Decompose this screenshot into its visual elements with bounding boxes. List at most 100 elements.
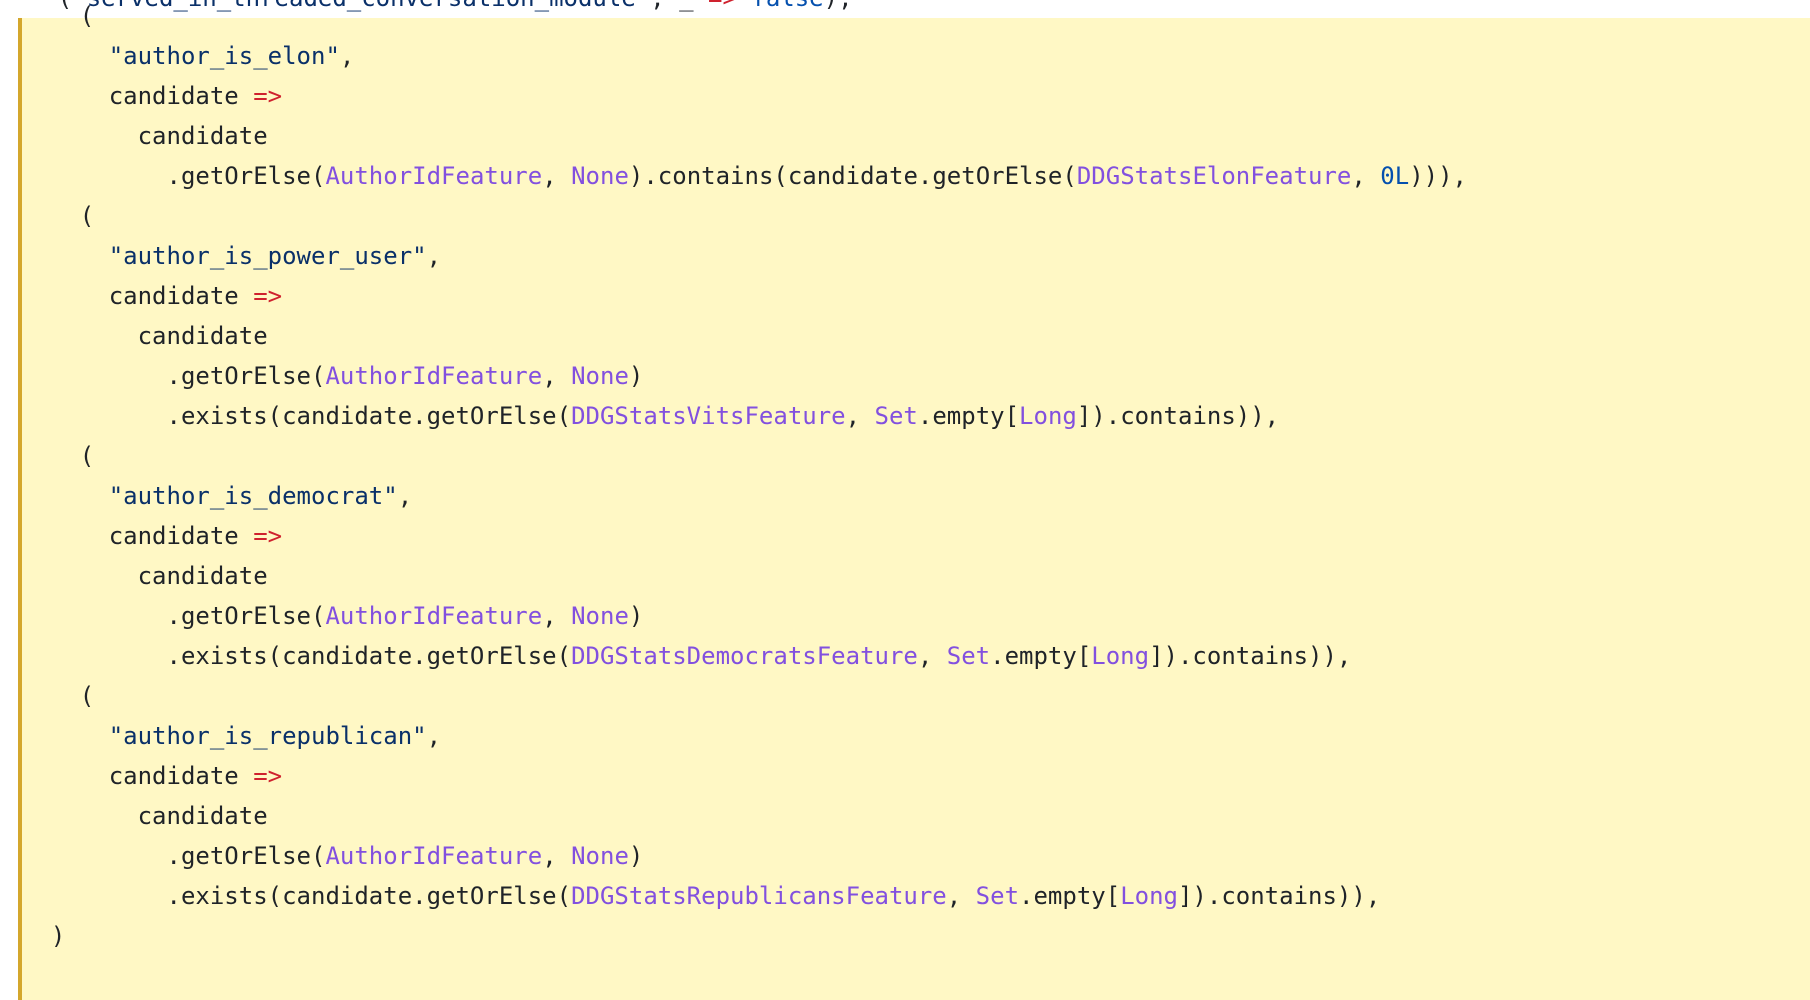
code-token: .getOrElse( xyxy=(166,362,326,390)
code-line: candidate => xyxy=(22,516,1810,556)
code-line: ( xyxy=(22,0,1810,36)
code-token: None xyxy=(571,162,629,190)
code-token: AuthorIdFeature xyxy=(325,602,543,630)
code-token: DDGStatsRepublicansFeature xyxy=(571,882,947,910)
code-token: candidate xyxy=(137,802,268,830)
code-token: candidate xyxy=(137,562,268,590)
code-token: AuthorIdFeature xyxy=(325,842,543,870)
code-token: Set xyxy=(874,402,918,430)
code-token: Long xyxy=(1019,402,1077,430)
code-token: => xyxy=(253,82,283,110)
code-line: "author_is_republican", xyxy=(22,716,1810,756)
code-token: .exists(candidate.getOrElse( xyxy=(166,642,572,670)
code-line: "author_is_elon", xyxy=(22,36,1810,76)
code-token: None xyxy=(571,362,629,390)
highlighted-diff-region: ( "author_is_elon", candidate => candida… xyxy=(18,2,1810,1000)
code-viewer: ("served_in_threaded_conversation_module… xyxy=(0,0,1810,1000)
code-line: candidate xyxy=(22,116,1810,156)
code-token: candidate xyxy=(137,322,268,350)
code-token: None xyxy=(571,602,629,630)
code-token: 0L xyxy=(1380,162,1410,190)
code-token: AuthorIdFeature xyxy=(325,162,543,190)
code-token: => xyxy=(253,762,283,790)
code-line: .getOrElse(AuthorIdFeature, None) xyxy=(22,356,1810,396)
code-line: .exists(candidate.getOrElse(DDGStatsDemo… xyxy=(22,636,1810,676)
code-line: .getOrElse(AuthorIdFeature, None).contai… xyxy=(22,156,1810,196)
code-line: ( xyxy=(22,436,1810,476)
code-token: , xyxy=(845,402,875,430)
code-token: "author_is_power_user" xyxy=(108,242,427,270)
code-line: candidate => xyxy=(22,76,1810,116)
code-token: , xyxy=(1351,162,1381,190)
code-token: .getOrElse( xyxy=(166,842,326,870)
code-token: Long xyxy=(1091,642,1150,670)
code-token: ) xyxy=(628,362,644,390)
code-line: .exists(candidate.getOrElse(DDGStatsRepu… xyxy=(22,876,1810,916)
code-token: , xyxy=(426,242,442,270)
code-line: candidate => xyxy=(22,276,1810,316)
code-line: candidate xyxy=(22,796,1810,836)
code-token: , xyxy=(946,882,976,910)
code-token: "author_is_democrat" xyxy=(108,482,398,510)
code-token: .empty[ xyxy=(917,402,1020,430)
code-token: => xyxy=(253,522,283,550)
code-token: candidate xyxy=(108,522,254,550)
code-token: ( xyxy=(79,682,95,710)
code-token: .getOrElse( xyxy=(166,602,326,630)
code-token: .empty[ xyxy=(1019,882,1121,910)
code-line: "author_is_power_user", xyxy=(22,236,1810,276)
code-token: ( xyxy=(79,2,95,30)
code-line: candidate xyxy=(22,316,1810,356)
code-token: None xyxy=(571,842,629,870)
code-token: => xyxy=(253,282,283,310)
code-token: candidate xyxy=(108,82,254,110)
code-line: ( xyxy=(22,676,1810,716)
code-token: "author_is_republican" xyxy=(108,722,427,750)
code-token: Long xyxy=(1120,882,1178,910)
code-token: , xyxy=(397,482,413,510)
code-token: .exists(candidate.getOrElse( xyxy=(166,402,572,430)
code-token: .getOrElse( xyxy=(166,162,326,190)
code-token: ]).contains)), xyxy=(1149,642,1352,670)
code-token: DDGStatsElonFeature xyxy=(1076,162,1352,190)
code-token: , xyxy=(426,722,442,750)
code-token: Set xyxy=(975,882,1020,910)
code-token: ( xyxy=(79,442,95,470)
code-line: "author_is_democrat", xyxy=(22,476,1810,516)
code-token: ]).contains)), xyxy=(1177,882,1381,910)
code-token: candidate xyxy=(108,282,254,310)
code-token: ).contains(candidate.getOrElse( xyxy=(628,162,1077,190)
code-token: .exists(candidate.getOrElse( xyxy=(166,882,572,910)
code-line: candidate xyxy=(22,556,1810,596)
code-line: ) xyxy=(22,916,1810,956)
code-token: ) xyxy=(50,922,66,950)
code-lines: ( "author_is_elon", candidate => candida… xyxy=(22,0,1810,956)
code-line: ( xyxy=(22,196,1810,236)
code-line: candidate => xyxy=(22,756,1810,796)
code-line: .getOrElse(AuthorIdFeature, None) xyxy=(22,596,1810,636)
code-token: candidate xyxy=(137,122,268,150)
code-token: AuthorIdFeature xyxy=(325,362,543,390)
code-token: ) xyxy=(628,842,644,870)
code-token: ( xyxy=(79,202,95,230)
code-token: "author_is_elon" xyxy=(108,42,340,70)
code-token: .empty[ xyxy=(990,642,1092,670)
